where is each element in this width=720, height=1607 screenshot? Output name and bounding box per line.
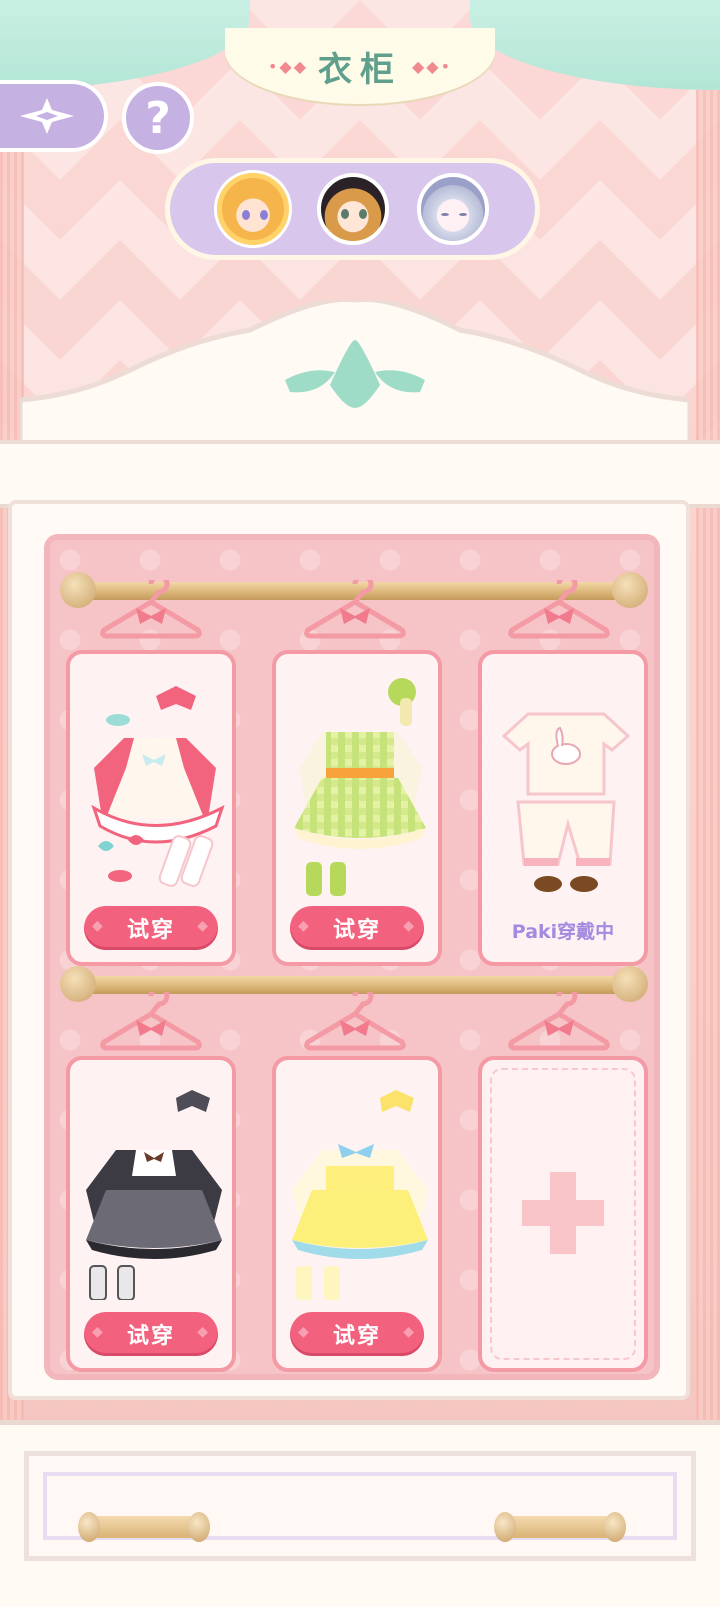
title-ornament-right-icon: ◆◆• xyxy=(412,56,453,76)
title-ornament-left-icon: •◆◆ xyxy=(267,56,308,76)
currently-wearing-label: Paki穿戴中 xyxy=(511,921,615,943)
avatar-eye-icon xyxy=(260,210,268,220)
wardrobe-cornice xyxy=(0,440,720,508)
hanger-icon xyxy=(304,992,406,1051)
try-on-button[interactable]: 试穿 xyxy=(84,1312,218,1356)
try-on-button[interactable]: 试穿 xyxy=(290,1312,424,1356)
drawer-handle-right xyxy=(494,1512,626,1542)
avatar-eye-icon xyxy=(441,213,449,216)
hanger-icon xyxy=(508,580,610,639)
avatar-eye-icon xyxy=(242,210,250,220)
avatar-eye-icon xyxy=(341,209,349,219)
yellow-dress-outfit-icon xyxy=(292,1090,428,1300)
outfit-slot-3[interactable]: Paki穿戴中 xyxy=(478,650,648,966)
avatar-eye-icon xyxy=(459,213,467,216)
character-avatar-3[interactable] xyxy=(417,173,489,245)
drawer-face xyxy=(24,1451,696,1561)
character-selector xyxy=(165,158,540,260)
green-gingham-dress-outfit-icon xyxy=(294,678,426,896)
help-button[interactable]: ? xyxy=(122,82,194,154)
hanger-icon xyxy=(100,580,202,639)
outfit-slot-4[interactable]: 试穿 xyxy=(66,1056,236,1372)
character-avatar-2[interactable] xyxy=(317,173,389,245)
cream-bunny-pajama-outfit-icon xyxy=(501,712,631,892)
avatar-eye-icon xyxy=(359,209,367,219)
hanger-icon xyxy=(100,992,202,1051)
try-on-button[interactable]: 试穿 xyxy=(84,906,218,950)
drawer-handle-left xyxy=(78,1512,210,1542)
try-on-button[interactable]: 试穿 xyxy=(290,906,424,950)
outfit-slot-5[interactable]: 试穿 xyxy=(272,1056,442,1372)
pink-white-dress-outfit-icon xyxy=(91,686,225,887)
add-outfit-slot[interactable] xyxy=(478,1056,648,1372)
outfit-slot-1[interactable]: 试穿 xyxy=(66,650,236,966)
help-icon: ? xyxy=(145,92,171,144)
back-button[interactable] xyxy=(0,80,108,152)
page-title: 衣柜 xyxy=(318,49,402,90)
black-gothic-dress-outfit-icon xyxy=(86,1090,222,1300)
wall-stripe-right xyxy=(696,0,720,1602)
back-sparkle-icon xyxy=(20,98,74,134)
hanger-icon xyxy=(304,580,406,639)
outfit-slot-2[interactable]: 试穿 xyxy=(272,650,442,966)
wardrobe-crown xyxy=(20,300,690,450)
hanger-icon xyxy=(508,992,610,1051)
character-avatar-1[interactable] xyxy=(217,173,289,245)
